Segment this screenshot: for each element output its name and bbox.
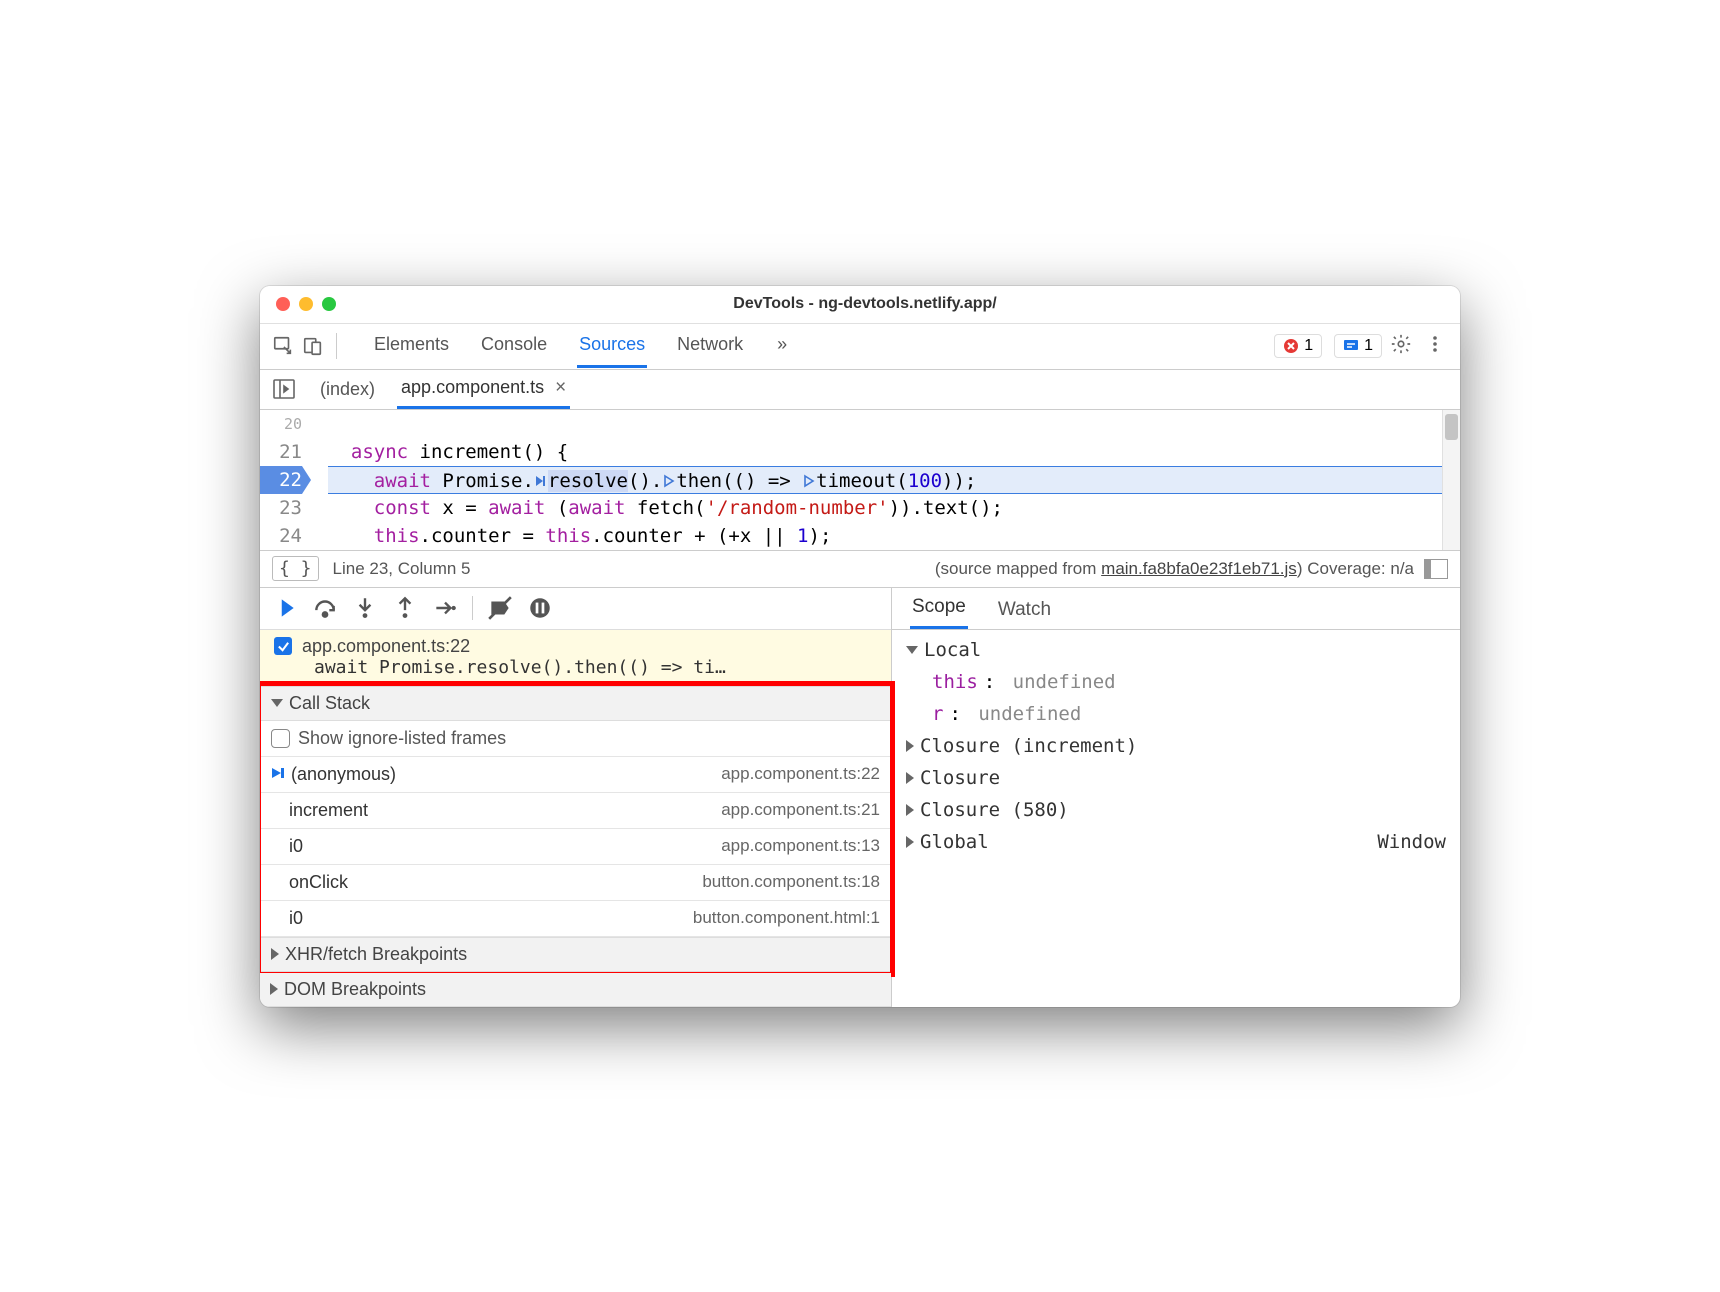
stack-frame[interactable]: i0 app.component.ts:13 — [261, 829, 890, 865]
titlebar: DevTools - ng-devtools.netlify.app/ — [260, 286, 1460, 324]
chevron-right-icon — [906, 740, 914, 752]
code-lines[interactable]: async increment() { await Promise.resolv… — [310, 410, 1460, 550]
settings-icon[interactable] — [1386, 333, 1416, 360]
show-ignored-toggle[interactable]: Show ignore-listed frames — [261, 721, 890, 757]
tab-sources[interactable]: Sources — [577, 324, 647, 368]
step-marker-icon — [662, 468, 676, 482]
paused-message: app.component.ts:22 await Promise.resolv… — [260, 630, 891, 685]
resume-icon[interactable] — [272, 595, 298, 621]
frame-location: app.component.ts:21 — [721, 800, 880, 820]
chevron-down-icon — [271, 699, 283, 707]
tab-elements[interactable]: Elements — [372, 324, 451, 368]
stack-frame[interactable]: increment app.component.ts:21 — [261, 793, 890, 829]
debug-toolbar — [260, 588, 891, 630]
scope-global[interactable]: GlobalWindow — [906, 826, 1446, 858]
frame-location: app.component.ts:22 — [721, 764, 880, 784]
pretty-print-icon[interactable]: { } — [272, 556, 319, 581]
chevron-right-icon — [906, 804, 914, 816]
tab-watch[interactable]: Watch — [996, 591, 1053, 629]
editor: 20 21 22 23 24 async increment() { await… — [260, 410, 1460, 550]
checkbox[interactable] — [271, 729, 290, 748]
device-toggle-icon[interactable] — [300, 333, 326, 359]
step-over-icon[interactable] — [312, 595, 338, 621]
highlighted-region: Call Stack Show ignore-listed frames (an… — [260, 681, 895, 977]
scope-var[interactable]: this: undefined — [906, 666, 1446, 698]
step-icon[interactable] — [432, 595, 458, 621]
file-tab-index[interactable]: (index) — [316, 372, 379, 407]
scope-closure[interactable]: Closure (580) — [906, 794, 1446, 826]
window-title: DevTools - ng-devtools.netlify.app/ — [286, 295, 1444, 313]
stack-frame[interactable]: (anonymous) app.component.ts:22 — [261, 757, 890, 793]
frame-location: button.component.html:1 — [693, 908, 880, 928]
tabs-overflow-icon[interactable]: » — [773, 324, 791, 368]
scope-closure[interactable]: Closure (increment) — [906, 730, 1446, 762]
chevron-down-icon — [906, 646, 918, 654]
close-tab-icon[interactable]: × — [555, 377, 566, 398]
error-count: 1 — [1304, 337, 1313, 355]
code-line-21: async increment() { — [328, 438, 1460, 466]
kebab-menu-icon[interactable] — [1420, 334, 1450, 359]
xhr-breakpoints-header[interactable]: XHR/fetch Breakpoints — [261, 937, 890, 972]
tab-scope[interactable]: Scope — [910, 588, 968, 629]
inspect-icon[interactable] — [270, 333, 296, 359]
chevron-right-icon — [906, 772, 914, 784]
line-number: 21 — [260, 438, 302, 466]
frame-location: button.component.ts:18 — [702, 872, 880, 892]
scope-closure[interactable]: Closure — [906, 762, 1446, 794]
dom-breakpoints-header[interactable]: DOM Breakpoints — [260, 973, 891, 1007]
editor-scrollbar[interactable] — [1442, 410, 1460, 550]
code-line-24: this.counter = this.counter + (+x || 1); — [328, 522, 1460, 550]
deactivate-breakpoints-icon[interactable] — [487, 595, 513, 621]
right-pane: Scope Watch Local this: undefined r: und… — [892, 588, 1460, 1007]
source-map-info: (source mapped from main.fa8bfa0e23f1eb7… — [935, 559, 1414, 579]
separator — [336, 333, 337, 359]
separator — [472, 596, 473, 620]
scope-tabs: Scope Watch — [892, 588, 1460, 630]
scope-local[interactable]: Local — [906, 634, 1446, 666]
error-badge[interactable]: 1 — [1274, 334, 1322, 358]
file-tab-label: app.component.ts — [401, 377, 544, 397]
editor-status-bar: { } Line 23, Column 5 (source mapped fro… — [260, 550, 1460, 588]
issues-badge[interactable]: 1 — [1334, 334, 1382, 358]
issues-count: 1 — [1364, 337, 1373, 355]
source-map-link[interactable]: main.fa8bfa0e23f1eb71.js — [1101, 559, 1297, 578]
step-marker-icon — [534, 468, 548, 482]
stack-frame[interactable]: i0 button.component.html:1 — [261, 901, 890, 937]
pause-snippet: await Promise.resolve().then(() => ti… — [274, 657, 881, 678]
line-gutter[interactable]: 20 21 22 23 24 — [260, 410, 310, 550]
current-frame-icon — [271, 766, 287, 780]
chevron-right-icon — [906, 836, 914, 848]
navigator-icon[interactable] — [270, 379, 298, 399]
main-toolbar: Elements Console Sources Network » 1 1 — [260, 324, 1460, 370]
debugger-panes: app.component.ts:22 await Promise.resolv… — [260, 588, 1460, 1007]
chevron-right-icon — [270, 983, 278, 995]
show-sidebar-icon[interactable] — [1424, 559, 1448, 579]
tab-network[interactable]: Network — [675, 324, 745, 368]
pause-location[interactable]: app.component.ts:22 — [302, 636, 470, 657]
call-stack-header[interactable]: Call Stack — [261, 686, 890, 721]
step-out-icon[interactable] — [392, 595, 418, 621]
panel-tabs: Elements Console Sources Network » — [372, 324, 1262, 368]
step-into-icon[interactable] — [352, 595, 378, 621]
scope-body: Local this: undefined r: undefined Closu… — [892, 630, 1460, 872]
code-line-23: const x = await (await fetch('/random-nu… — [328, 494, 1460, 522]
stack-frame[interactable]: onClick button.component.ts:18 — [261, 865, 890, 901]
left-pane: app.component.ts:22 await Promise.resolv… — [260, 588, 892, 1007]
line-number: 24 — [260, 522, 302, 550]
breakpoint-checkbox[interactable] — [274, 637, 292, 655]
devtools-window: DevTools - ng-devtools.netlify.app/ Elem… — [260, 286, 1460, 1007]
line-number: 23 — [260, 494, 302, 522]
frame-location: app.component.ts:13 — [721, 836, 880, 856]
step-marker-icon — [802, 468, 816, 482]
cursor-position: Line 23, Column 5 — [333, 559, 471, 579]
file-tabs: (index) app.component.ts × — [260, 370, 1460, 410]
file-tab-active[interactable]: app.component.ts × — [397, 370, 570, 409]
line-number-exec: 22 — [260, 466, 302, 494]
pause-on-exceptions-icon[interactable] — [527, 595, 553, 621]
tab-console[interactable]: Console — [479, 324, 549, 368]
code-line-22: await Promise.resolve().then(() => timeo… — [328, 466, 1460, 494]
scope-var[interactable]: r: undefined — [906, 698, 1446, 730]
chevron-right-icon — [271, 948, 279, 960]
line-number: 20 — [260, 410, 302, 438]
